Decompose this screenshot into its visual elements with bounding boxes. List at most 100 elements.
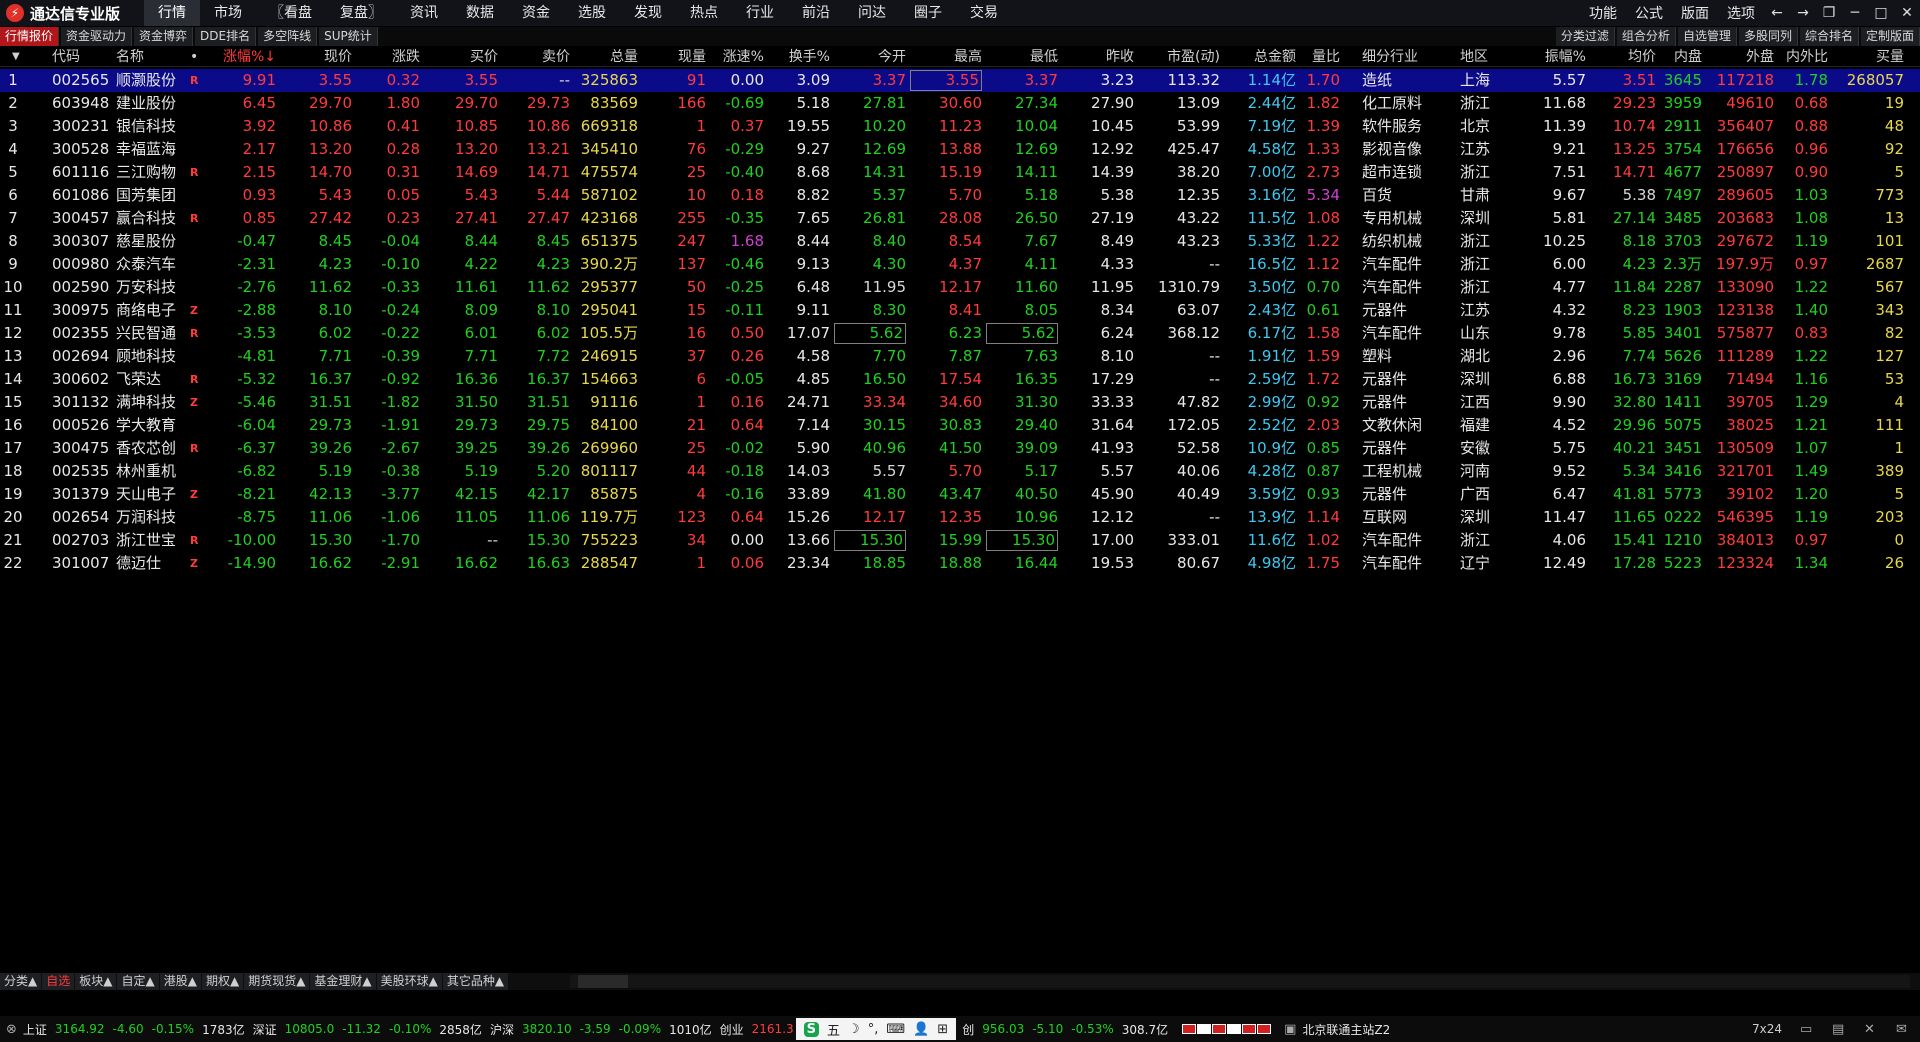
- cell-name[interactable]: 浙江世宝: [116, 529, 186, 552]
- bottom-tab-5[interactable]: 期权▲: [201, 973, 244, 990]
- cell-code[interactable]: 603948: [52, 92, 118, 115]
- scrollbar-thumb[interactable]: [578, 975, 628, 988]
- col-header-name[interactable]: 名称: [116, 47, 186, 67]
- cell-name[interactable]: 顺灏股份: [116, 69, 186, 92]
- ime-wubi-label[interactable]: 五: [827, 1020, 840, 1039]
- table-row[interactable]: 4 300528 幸福蓝海 2.17 13.20 0.28 13.20 13.21 345410…: [0, 138, 1920, 161]
- menu-item-13[interactable]: 圈子: [900, 0, 956, 26]
- table-row[interactable]: 2 603948 建业股份 6.45 29.70 1.80 29.70 29.73 83569 1…: [0, 92, 1920, 115]
- table-row[interactable]: 20 002654 万润科技 -8.75 11.06 -1.06 11.05 11.06 119…: [0, 506, 1920, 529]
- cell-code[interactable]: 300231: [52, 115, 118, 138]
- cell-code[interactable]: 601086: [52, 184, 118, 207]
- cell-code[interactable]: 301379: [52, 483, 118, 506]
- menu-item-9[interactable]: 热点: [676, 0, 732, 26]
- cell-name[interactable]: 建业股份: [116, 92, 186, 115]
- back-arrow-icon[interactable]: ←: [1764, 5, 1790, 21]
- col-header-low[interactable]: 最低: [986, 47, 1058, 67]
- table-row[interactable]: 15 301132 满坤科技 Z -5.46 31.51 -1.82 31.50 31.51 91…: [0, 391, 1920, 414]
- menu-item-6[interactable]: 资金: [508, 0, 564, 26]
- cell-code[interactable]: 002535: [52, 460, 118, 483]
- menu-item-11[interactable]: 前沿: [788, 0, 844, 26]
- cell-code[interactable]: 300475: [52, 437, 118, 460]
- cell-name[interactable]: 商络电子: [116, 299, 186, 322]
- bottom-tab-0[interactable]: 分类▲: [0, 973, 42, 990]
- table-row[interactable]: 3 300231 银信科技 3.92 10.86 0.41 10.85 10.86 669318…: [0, 115, 1920, 138]
- restore-icon[interactable]: ❐: [1816, 5, 1842, 21]
- subtab-left-4[interactable]: 多空阵线: [258, 27, 318, 46]
- settings-circle-icon[interactable]: ⊗: [6, 1022, 17, 1037]
- sz-label[interactable]: 深证: [253, 1021, 277, 1038]
- cell-code[interactable]: 002654: [52, 506, 118, 529]
- table-row[interactable]: 9 000980 众泰汽车 -2.31 4.23 -0.10 4.22 4.23 390.2万 1…: [0, 253, 1920, 276]
- cell-name[interactable]: 飞荣达: [116, 368, 186, 391]
- col-header-price[interactable]: 现价: [282, 47, 352, 67]
- message-icon[interactable]: ✉: [1896, 1022, 1907, 1037]
- cell-name[interactable]: 幸福蓝海: [116, 138, 186, 161]
- menu-layout[interactable]: 版面: [1672, 3, 1718, 23]
- menu-item-7[interactable]: 选股: [564, 0, 620, 26]
- bottom-tab-4[interactable]: 港股▲: [159, 973, 201, 990]
- subtab-left-1[interactable]: 资金驱动力: [61, 27, 133, 46]
- col-header-avg-price[interactable]: 均价: [1594, 47, 1656, 67]
- menu-item-5[interactable]: 数据: [452, 0, 508, 26]
- menu-item-4[interactable]: 资讯: [396, 0, 452, 26]
- cell-name[interactable]: 银信科技: [116, 115, 186, 138]
- cell-name[interactable]: 德迈仕: [116, 552, 186, 575]
- server-name[interactable]: 北京联通主站Z2: [1302, 1021, 1390, 1038]
- cell-name[interactable]: 满坤科技: [116, 391, 186, 414]
- cell-name[interactable]: 香农芯创: [116, 437, 186, 460]
- cell-code[interactable]: 002694: [52, 345, 118, 368]
- table-row[interactable]: 17 300475 香农芯创 R -6.37 39.26 -2.67 39.25 39.26 26…: [0, 437, 1920, 460]
- sogou-ime-icon[interactable]: S: [803, 1021, 820, 1037]
- menu-item-3[interactable]: 复盘〗: [326, 0, 396, 26]
- col-header-amount[interactable]: 总金额: [1226, 47, 1296, 67]
- table-row[interactable]: 21 002703 浙江世宝 R -10.00 15.30 -1.70 -- 15.30 7552…: [0, 529, 1920, 552]
- sh-label[interactable]: 上证: [23, 1021, 47, 1038]
- cell-code[interactable]: 300307: [52, 230, 118, 253]
- subtab-left-2[interactable]: 资金博弈: [134, 27, 194, 46]
- col-header-turnover[interactable]: 换手%: [768, 47, 830, 67]
- forward-arrow-icon[interactable]: →: [1790, 5, 1816, 21]
- bottom-tab-2[interactable]: 板块▲: [75, 973, 117, 990]
- bottom-tab-7[interactable]: 基金理财▲: [310, 973, 376, 990]
- col-header-volume-ratio[interactable]: 量比: [1300, 47, 1340, 67]
- minimize-icon[interactable]: ─: [1842, 5, 1868, 21]
- bottom-tab-3[interactable]: 自定▲: [117, 973, 159, 990]
- col-header-current-volume[interactable]: 现量: [640, 47, 706, 67]
- table-row[interactable]: 12 002355 兴民智通 R -3.53 6.02 -0.22 6.01 6.02 105.5…: [0, 322, 1920, 345]
- cell-name[interactable]: 万润科技: [116, 506, 186, 529]
- col-header-change[interactable]: 涨跌: [356, 47, 420, 67]
- cell-code[interactable]: 002355: [52, 322, 118, 345]
- cell-code[interactable]: 300528: [52, 138, 118, 161]
- grid-icon[interactable]: ⊞: [937, 1022, 948, 1037]
- cell-name[interactable]: 顾地科技: [116, 345, 186, 368]
- table-row[interactable]: 6 601086 国芳集团 0.93 5.43 0.05 5.43 5.44 587102 10 0…: [0, 184, 1920, 207]
- horizontal-scrollbar[interactable]: [570, 975, 1910, 988]
- cell-code[interactable]: 601116: [52, 161, 118, 184]
- subtab-left-3[interactable]: DDE排名: [195, 27, 257, 46]
- table-row[interactable]: 7 300457 赢合科技 R 0.85 27.42 0.23 27.41 27.47 42316…: [0, 207, 1920, 230]
- bottom-tab-1[interactable]: 自选: [42, 973, 75, 990]
- subtab-right-0[interactable]: 分类过滤: [1555, 27, 1615, 46]
- menu-item-1[interactable]: 市场: [200, 0, 256, 26]
- col-header-speed[interactable]: 涨速%: [712, 47, 764, 67]
- menu-item-12[interactable]: 问达: [844, 0, 900, 26]
- cell-name[interactable]: 国芳集团: [116, 184, 186, 207]
- menu-item-8[interactable]: 发现: [620, 0, 676, 26]
- ime-toolbar[interactable]: S 五 ☽ °, ⌨ 👤 ⊞: [795, 1018, 957, 1040]
- col-header-amplitude[interactable]: 振幅%: [1532, 47, 1586, 67]
- col-header-bid-volume[interactable]: 买量: [1834, 47, 1904, 67]
- menu-item-14[interactable]: 交易: [956, 0, 1012, 26]
- col-header-high[interactable]: 最高: [910, 47, 982, 67]
- cell-name[interactable]: 赢合科技: [116, 207, 186, 230]
- cell-code[interactable]: 002565: [52, 69, 118, 92]
- maximize-icon[interactable]: □: [1868, 5, 1894, 21]
- menu-options[interactable]: 选项: [1718, 3, 1764, 23]
- col-header-ask[interactable]: 卖价: [502, 47, 570, 67]
- cell-name[interactable]: 众泰汽车: [116, 253, 186, 276]
- subtab-right-2[interactable]: 自选管理: [1677, 27, 1737, 46]
- bottom-tab-6[interactable]: 期货现货▲: [244, 973, 310, 990]
- table-row[interactable]: 13 002694 顾地科技 -4.81 7.71 -0.39 7.71 7.72 246915…: [0, 345, 1920, 368]
- table-row[interactable]: 10 002590 万安科技 -2.76 11.62 -0.33 11.61 11.62 295…: [0, 276, 1920, 299]
- cell-code[interactable]: 301007: [52, 552, 118, 575]
